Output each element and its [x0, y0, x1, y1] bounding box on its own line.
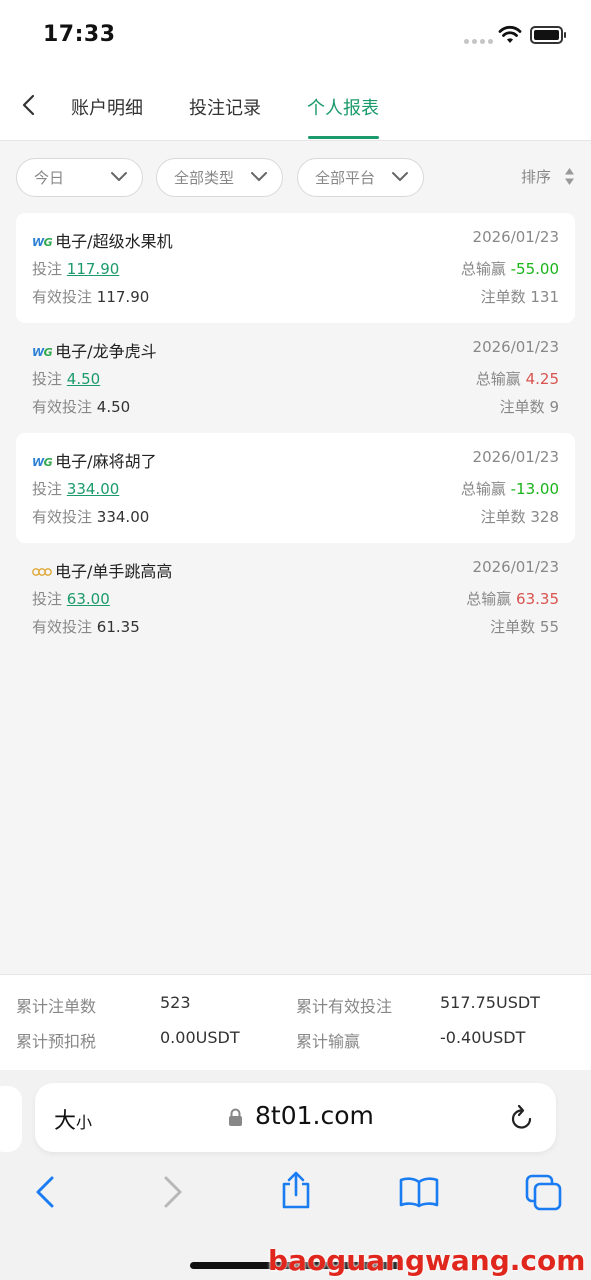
- tabs-icon[interactable]: [525, 1174, 563, 1212]
- status-bar: 17:33: [0, 0, 591, 72]
- bet-amount-link[interactable]: 63.00: [67, 590, 110, 608]
- winloss-value: -55.00: [510, 260, 559, 278]
- total-count-label: 累计注单数: [16, 997, 97, 1016]
- summary-footer: 累计注单数 523 累计有效投注 517.75USDT 累计预扣税 0.00US…: [0, 974, 591, 1070]
- tax-value: 0.00USDT: [160, 1028, 240, 1047]
- record-date: 2026/01/23: [472, 338, 559, 356]
- valid-bet-label: 有效投注: [32, 288, 93, 306]
- valid-bet-value: 61.35: [96, 618, 140, 636]
- bet-amount-link[interactable]: 117.90: [67, 260, 120, 278]
- bet-count-label: 注单数: [499, 398, 545, 416]
- previous-tab-preview[interactable]: [0, 1086, 22, 1152]
- report-card: WG 电子/麻将胡了 2026/01/23 投注 334.00 总输赢 -13.0…: [16, 433, 575, 543]
- valid-bet-label: 有效投注: [32, 398, 93, 416]
- winloss-label: 总输赢: [460, 260, 506, 278]
- nav-header: 账户明细 投注记录 个人报表: [0, 72, 591, 141]
- winloss-label: 总输赢: [466, 590, 512, 608]
- browser-back-icon[interactable]: [33, 1175, 57, 1209]
- chevron-down-icon: [392, 172, 408, 181]
- browser-toolbar: 大小 8t01.com baoguangwang.com: [0, 1070, 591, 1280]
- type-filter-label: 全部类型: [174, 169, 235, 187]
- winloss-label: 总输赢: [460, 480, 506, 498]
- bet-count-value: 328: [530, 508, 559, 526]
- bet-count-value: 55: [539, 618, 559, 636]
- game-name: 电子/超级水果机: [55, 232, 173, 251]
- date-filter-dropdown[interactable]: 今日: [16, 158, 143, 197]
- bet-label: 投注: [32, 480, 63, 498]
- total-count-value: 523: [160, 993, 191, 1012]
- active-tab-indicator: [308, 136, 379, 139]
- bet-count-label: 注单数: [490, 618, 536, 636]
- valid-bet-label: 有效投注: [32, 508, 93, 526]
- game-name: 电子/单手跳高高: [55, 562, 173, 581]
- sort-icon[interactable]: [564, 167, 575, 186]
- tab-personal-report[interactable]: 个人报表: [307, 94, 379, 120]
- record-date: 2026/01/23: [472, 558, 559, 576]
- bet-label: 投注: [32, 370, 63, 388]
- bet-count-value: 9: [549, 398, 559, 416]
- winloss-label: 总输赢: [475, 370, 521, 388]
- watermark-text: baoguangwang.com: [268, 1244, 586, 1277]
- bet-label: 投注: [32, 260, 63, 278]
- battery-icon: [530, 26, 566, 44]
- wg-logo-icon: WG: [32, 236, 53, 249]
- valid-bet-label: 有效投注: [32, 618, 93, 636]
- valid-bet-value: 117.90: [96, 288, 150, 306]
- valid-bet-value: 334.00: [96, 508, 150, 526]
- platform-filter-label: 全部平台: [315, 169, 376, 187]
- wifi-icon: [498, 25, 522, 43]
- bet-count-label: 注单数: [480, 288, 526, 306]
- wg-logo-icon: WG: [32, 456, 53, 469]
- report-card: WG 电子/龙争虎斗 2026/01/23 投注 4.50 总输赢 4.25 有效…: [16, 323, 575, 433]
- bet-count-value: 131: [530, 288, 559, 306]
- total-valid-label: 累计有效投注: [296, 997, 393, 1016]
- winloss-value: -13.00: [510, 480, 559, 498]
- game-name: 电子/麻将胡了: [55, 452, 157, 471]
- tab-bet-records[interactable]: 投注记录: [189, 94, 261, 120]
- chevron-left-icon: [22, 94, 35, 116]
- total-valid-value: 517.75USDT: [440, 993, 540, 1012]
- sort-button[interactable]: 排序: [521, 166, 551, 187]
- wg-logo-icon: WG: [32, 346, 53, 359]
- valid-bet-value: 4.50: [96, 398, 131, 416]
- tax-label: 累计预扣税: [16, 1032, 97, 1051]
- record-date: 2026/01/23: [472, 448, 559, 466]
- bet-amount-link[interactable]: 334.00: [67, 480, 120, 498]
- cellular-signal-icon: [464, 39, 493, 44]
- date-filter-label: 今日: [34, 169, 65, 187]
- share-icon[interactable]: [279, 1170, 313, 1210]
- bet-label: 投注: [32, 590, 63, 608]
- total-winloss-value: -0.40USDT: [440, 1028, 526, 1047]
- reload-icon[interactable]: [509, 1104, 535, 1132]
- platform-filter-dropdown[interactable]: 全部平台: [297, 158, 424, 197]
- type-filter-dropdown[interactable]: 全部类型: [156, 158, 283, 197]
- address-bar[interactable]: 大小 8t01.com: [35, 1083, 556, 1152]
- text-size-button[interactable]: 大小: [54, 1103, 92, 1135]
- bet-count-label: 注单数: [480, 508, 526, 526]
- chevron-down-icon: [251, 172, 267, 181]
- tab-account-details[interactable]: 账户明细: [71, 94, 143, 120]
- bookmarks-icon[interactable]: [399, 1176, 439, 1208]
- bet-amount-link[interactable]: 4.50: [67, 370, 100, 388]
- winloss-value: 4.25: [525, 370, 559, 388]
- ring-logo-icon: [32, 568, 52, 576]
- browser-forward-icon[interactable]: [161, 1175, 185, 1209]
- status-time: 17:33: [43, 22, 116, 47]
- record-date: 2026/01/23: [472, 228, 559, 246]
- lock-icon: [229, 1108, 242, 1126]
- url-text: 8t01.com: [255, 1101, 374, 1130]
- report-card: 电子/单手跳高高 2026/01/23 投注 63.00 总输赢 63.35 有…: [16, 543, 575, 653]
- winloss-value: 63.35: [516, 590, 559, 608]
- chevron-down-icon: [111, 172, 127, 181]
- report-card: WG 电子/超级水果机 2026/01/23 投注 117.90 总输赢 -55.…: [16, 213, 575, 323]
- total-winloss-label: 累计输赢: [296, 1032, 361, 1051]
- game-name: 电子/龙争虎斗: [55, 342, 157, 361]
- back-button[interactable]: [14, 90, 42, 120]
